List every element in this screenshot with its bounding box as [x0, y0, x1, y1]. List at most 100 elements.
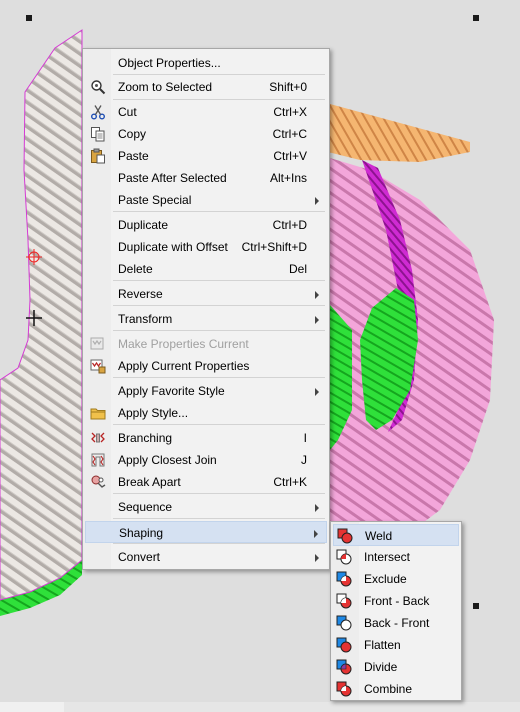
menu-item-copy[interactable]: Copy Ctrl+C: [85, 123, 327, 145]
menu-item-label: Paste Special: [118, 193, 192, 207]
menu-item-apply-closest-join[interactable]: Apply Closest Join J: [85, 449, 327, 471]
context-menu: Object Properties... Zoom to Selected Shif…: [82, 48, 330, 570]
menu-item-shortcut: Ctrl+K: [273, 475, 307, 489]
menu-item-shortcut: Ctrl+D: [272, 218, 307, 232]
menu-item-label: Divide: [364, 660, 398, 674]
menu-item-label: Copy: [118, 127, 147, 141]
folder-icon: [90, 405, 106, 421]
menu-item-branching[interactable]: Branching I: [85, 427, 327, 449]
flatten-icon: [336, 637, 352, 653]
front-back-icon: [336, 593, 352, 609]
menu-item-duplicate-with-offset[interactable]: Duplicate with Offset Ctrl+Shift+D: [85, 236, 327, 258]
menu-item-label: Transform: [118, 312, 173, 326]
menu-separator: [113, 543, 325, 544]
exclude-icon: [336, 571, 352, 587]
menu-item-apply-current-properties[interactable]: Apply Current Properties: [85, 355, 327, 377]
menu-item-label: Shaping: [119, 526, 164, 540]
menu-item-shortcut: Ctrl+Shift+D: [241, 240, 307, 254]
closest-join-icon: [90, 452, 106, 468]
menu-item-delete[interactable]: Delete Del: [85, 258, 327, 280]
menu-separator: [113, 424, 325, 425]
menu-item-object-properties[interactable]: Object Properties...: [85, 52, 327, 74]
menu-item-label: Intersect: [364, 550, 411, 564]
menu-separator: [113, 493, 325, 494]
menu-item-label: Apply Favorite Style: [118, 384, 225, 398]
menu-item-paste[interactable]: Paste Ctrl+V: [85, 145, 327, 167]
menu-item-shaping[interactable]: Shaping: [85, 521, 327, 543]
menu-item-label: Apply Closest Join: [118, 453, 217, 467]
copy-icon: [90, 126, 106, 142]
divide-icon: [336, 659, 352, 675]
menu-item-paste-after-selected[interactable]: Paste After Selected Alt+Ins: [85, 167, 327, 189]
menu-item-label: Object Properties...: [118, 56, 221, 70]
break-apart-icon: [90, 474, 106, 490]
menu-item-shortcut: Ctrl+V: [273, 149, 307, 163]
shaping-item-flatten[interactable]: Flatten: [333, 634, 459, 656]
submenu-arrow-icon: [315, 291, 319, 299]
menu-item-shortcut: I: [303, 431, 307, 445]
shaping-item-weld[interactable]: Weld: [333, 524, 459, 546]
shaping-submenu: Weld Intersect Exclude Front - Back Back - F…: [330, 521, 462, 701]
menu-item-shortcut: Ctrl+C: [272, 127, 307, 141]
zoom-icon: [90, 79, 106, 95]
selection-handle-top-right[interactable]: [473, 15, 479, 21]
menu-item-break-apart[interactable]: Break Apart Ctrl+K: [85, 471, 327, 493]
menu-item-label: Sequence: [118, 500, 173, 514]
apply-properties-icon: [90, 358, 106, 374]
menu-item-shortcut: Del: [288, 262, 307, 276]
menu-item-shortcut: Ctrl+X: [273, 105, 307, 119]
submenu-arrow-icon: [314, 530, 318, 538]
menu-item-label: Back - Front: [364, 616, 430, 630]
menu-item-label: Exclude: [364, 572, 407, 586]
menu-item-paste-special[interactable]: Paste Special: [85, 189, 327, 211]
menu-item-label: Delete: [118, 262, 153, 276]
shaping-item-front-back[interactable]: Front - Back: [333, 590, 459, 612]
shaping-item-combine[interactable]: Combine: [333, 678, 459, 700]
menu-separator: [113, 377, 325, 378]
menu-item-label: Cut: [118, 105, 137, 119]
scissors-icon: [90, 104, 106, 120]
menu-item-cut[interactable]: Cut Ctrl+X: [85, 101, 327, 123]
menu-item-apply-favorite-style[interactable]: Apply Favorite Style: [85, 380, 327, 402]
submenu-arrow-icon: [315, 388, 319, 396]
menu-item-label: Convert: [118, 550, 161, 564]
intersect-icon: [336, 549, 352, 565]
submenu-arrow-icon: [315, 554, 319, 562]
menu-item-zoom-to-selected[interactable]: Zoom to Selected Shift+0: [85, 76, 327, 98]
menu-separator: [113, 99, 325, 100]
menu-item-shortcut: Shift+0: [269, 80, 307, 94]
paste-icon: [90, 148, 106, 164]
menu-item-label: Front - Back: [364, 594, 430, 608]
menu-item-shortcut: J: [301, 453, 307, 467]
menu-item-convert[interactable]: Convert: [85, 546, 327, 568]
menu-separator: [113, 280, 325, 281]
submenu-arrow-icon: [315, 316, 319, 324]
menu-item-label: Weld: [365, 529, 393, 543]
shaping-item-back-front[interactable]: Back - Front: [333, 612, 459, 634]
menu-item-label: Apply Current Properties: [118, 359, 250, 373]
menu-item-label: Combine: [364, 682, 413, 696]
menu-item-apply-style[interactable]: Apply Style...: [85, 402, 327, 424]
shaping-item-divide[interactable]: Divide: [333, 656, 459, 678]
menu-item-label: Zoom to Selected: [118, 80, 213, 94]
menu-item-transform[interactable]: Transform: [85, 308, 327, 330]
menu-separator: [113, 74, 325, 75]
combine-icon: [336, 681, 352, 697]
menu-item-label: Flatten: [364, 638, 401, 652]
menu-item-reverse[interactable]: Reverse: [85, 283, 327, 305]
menu-separator: [113, 330, 325, 331]
menu-item-label: Duplicate: [118, 218, 169, 232]
menu-item-label: Paste: [118, 149, 149, 163]
shaping-item-exclude[interactable]: Exclude: [333, 568, 459, 590]
make-properties-icon: [90, 336, 106, 352]
selection-handle-bottom-right[interactable]: [473, 603, 479, 609]
selection-handle-top-left[interactable]: [26, 15, 32, 21]
menu-separator: [113, 518, 325, 519]
menu-item-duplicate[interactable]: Duplicate Ctrl+D: [85, 214, 327, 236]
menu-item-label: Apply Style...: [118, 406, 189, 420]
submenu-arrow-icon: [315, 197, 319, 205]
branching-icon: [90, 430, 106, 446]
menu-item-sequence[interactable]: Sequence: [85, 496, 327, 518]
shaping-item-intersect[interactable]: Intersect: [333, 546, 459, 568]
menu-item-label: Branching: [118, 431, 173, 445]
